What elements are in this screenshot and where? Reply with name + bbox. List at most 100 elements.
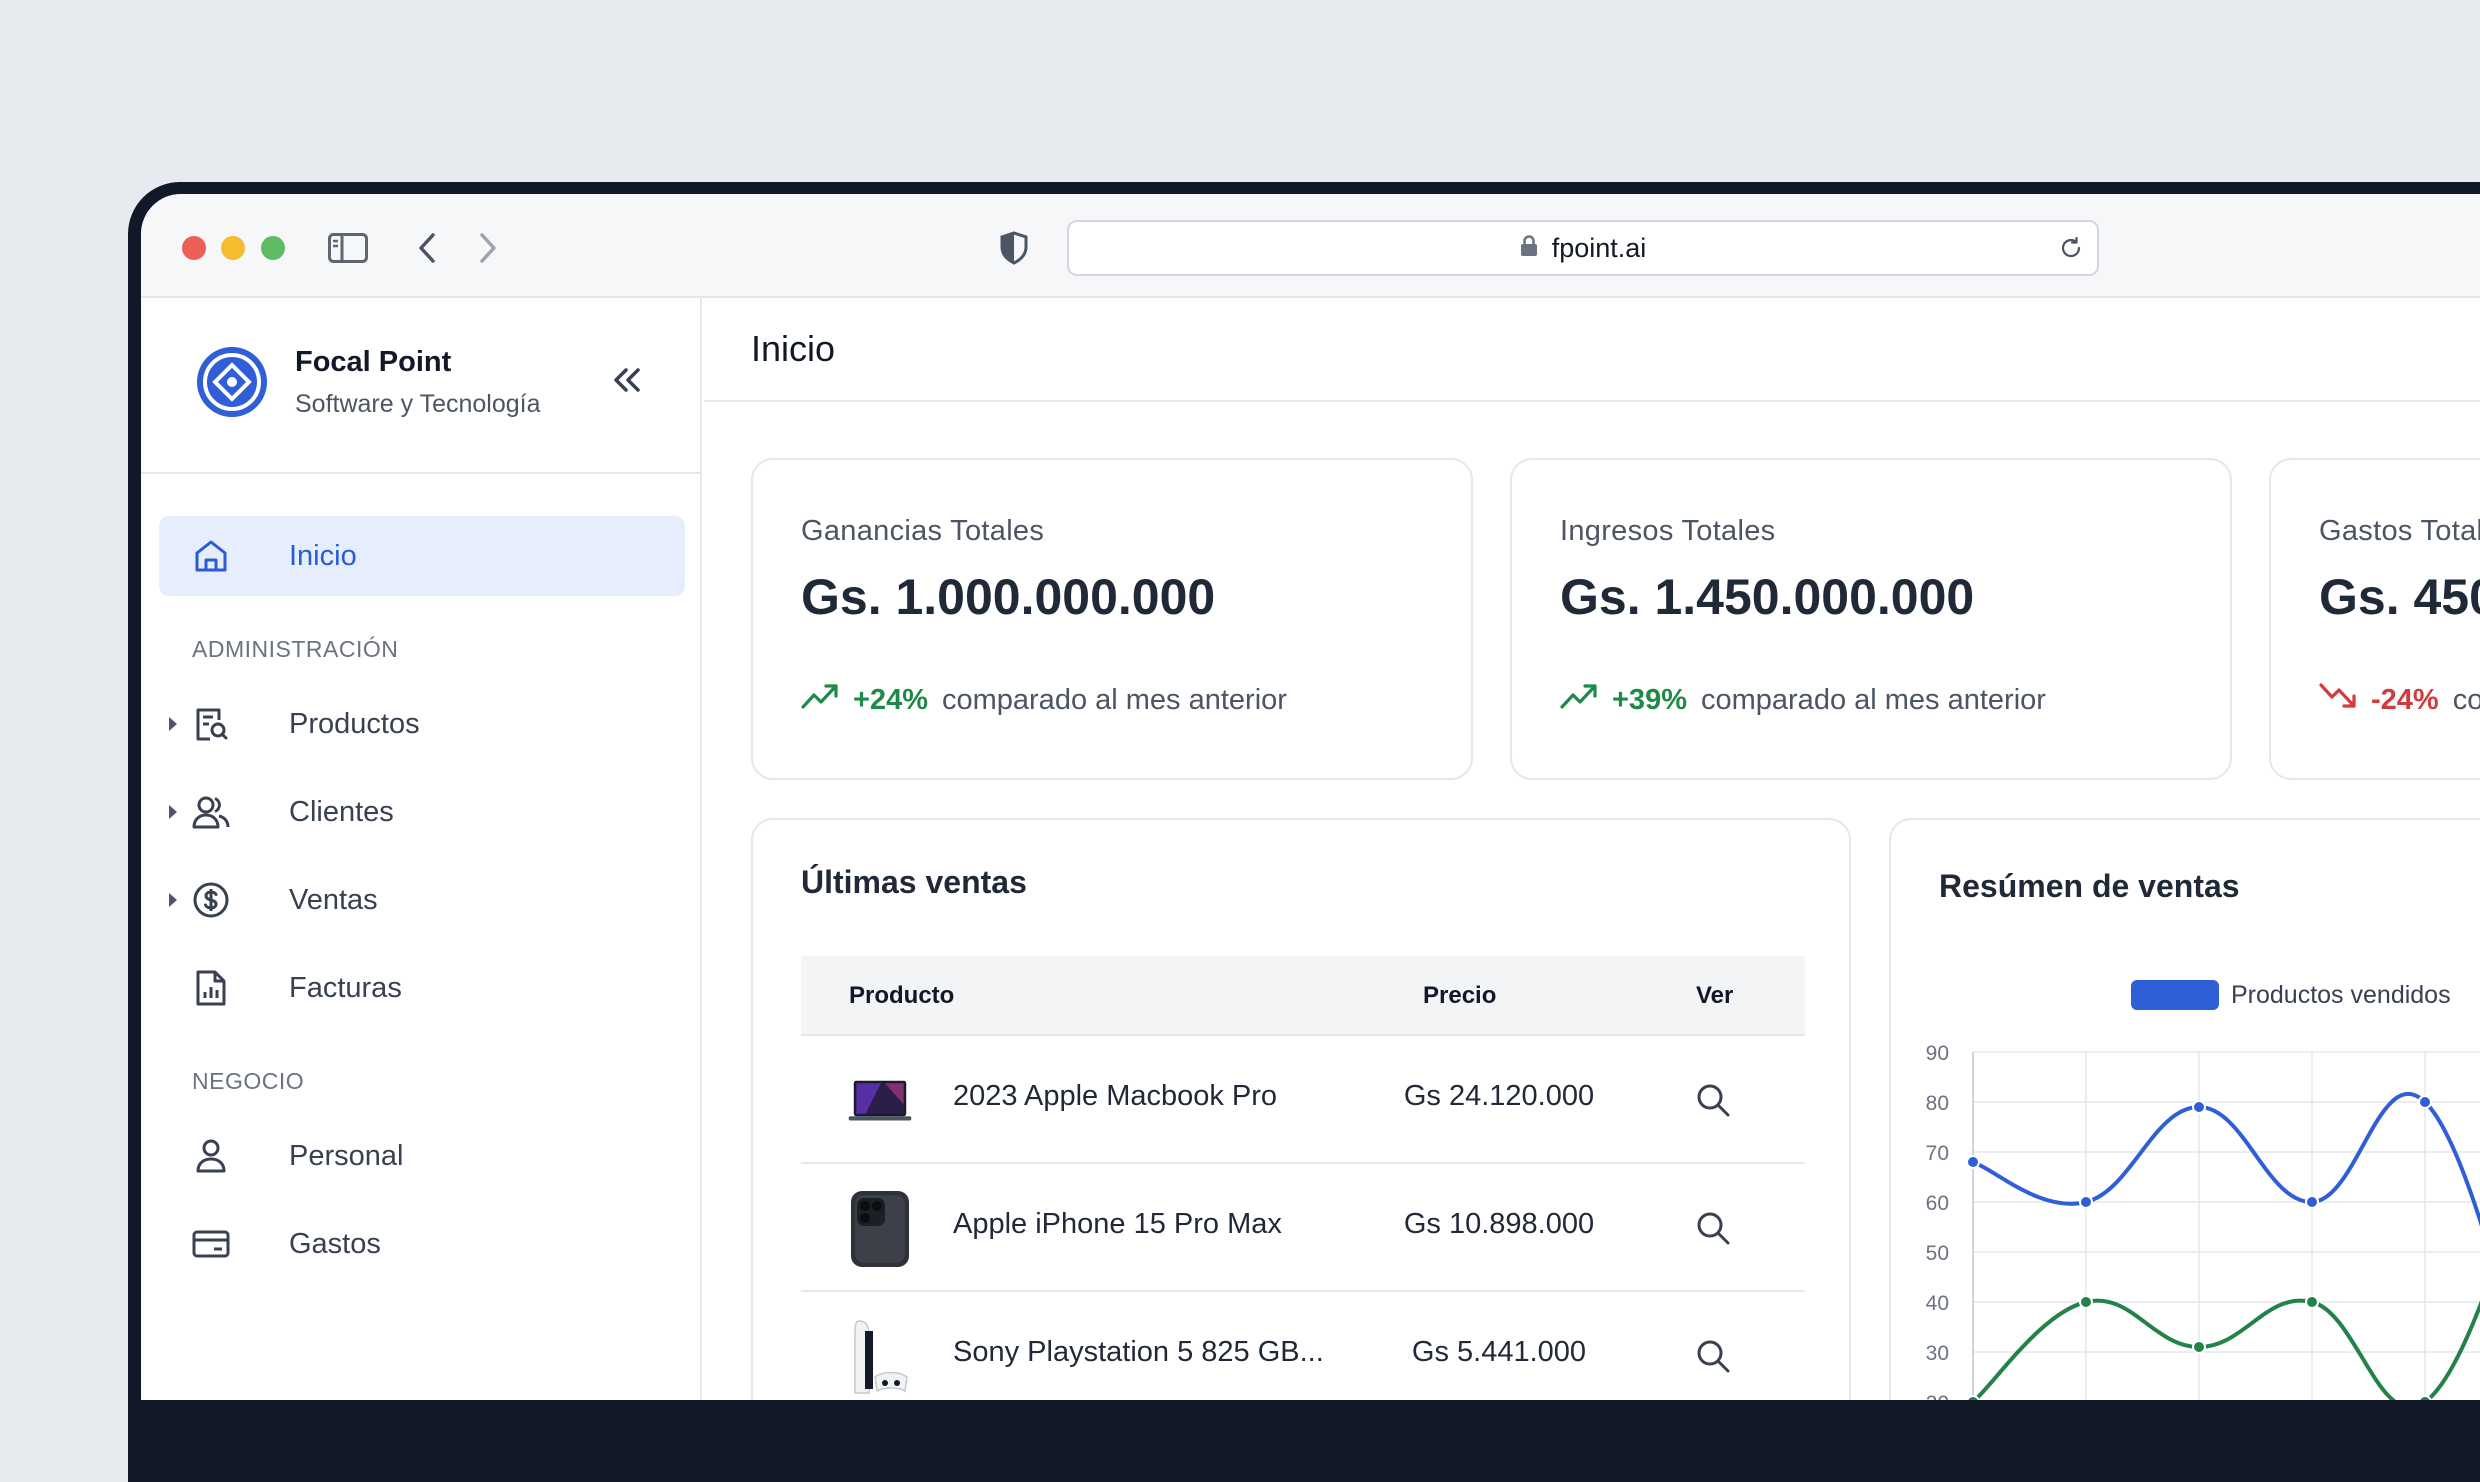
browser-toolbar: fpoint.ai bbox=[141, 194, 2480, 298]
data-point bbox=[2418, 1095, 2432, 1109]
page-title: Inicio bbox=[751, 328, 836, 369]
sidebar-toggle-icon[interactable] bbox=[327, 228, 369, 268]
url-text: fpoint.ai bbox=[1551, 232, 1647, 263]
sidebar-item-clientes[interactable]: Clientes bbox=[159, 772, 685, 852]
address-bar[interactable]: fpoint.ai bbox=[1067, 220, 2099, 276]
invoice-chart-icon bbox=[191, 968, 231, 1008]
y-tick-label: 70 bbox=[1926, 1142, 1949, 1165]
sidebar-item-label: Inicio bbox=[289, 539, 357, 572]
data-point bbox=[2305, 1295, 2319, 1309]
y-tick-label: 40 bbox=[1926, 1292, 1949, 1315]
sales-summary-card: Resúmen de ventas Productos vendidos 102… bbox=[1889, 818, 2480, 1400]
stat-percent: +39% bbox=[1612, 683, 1687, 716]
column-header-view: Ver bbox=[1696, 982, 1734, 1009]
user-icon bbox=[191, 1136, 231, 1176]
expand-caret-icon bbox=[169, 893, 177, 907]
stat-title: Ingresos Totales bbox=[1560, 515, 1776, 547]
sales-line-chart: 102030405060708090 bbox=[1926, 1042, 2480, 1400]
trend-down-icon bbox=[2319, 682, 2357, 718]
close-window-button[interactable] bbox=[182, 236, 206, 260]
column-header-price: Precio bbox=[1423, 982, 1497, 1009]
maximize-window-button[interactable] bbox=[261, 236, 285, 260]
product-name: Sony Playstation 5 825 GB... bbox=[953, 1336, 1324, 1368]
stat-compare-text: comparado al mes anterior bbox=[1700, 683, 2046, 716]
sidebar-item-inicio[interactable]: Inicio bbox=[159, 516, 685, 596]
sidebar-item-productos[interactable]: Productos bbox=[159, 684, 685, 764]
stat-title: Ganancias Totales bbox=[801, 515, 1045, 547]
data-point bbox=[1966, 1395, 1980, 1400]
product-name: 2023 Apple Macbook Pro bbox=[953, 1080, 1278, 1112]
main-content: Inicio Ganancias Totales Gs. 1.000.000.0… bbox=[704, 298, 2480, 1400]
stat-value: Gs. 1.000.000.000 bbox=[801, 569, 1216, 625]
stat-card-gastos: Gastos Totales Gs. 450.000.000 -24% comp… bbox=[2269, 458, 2480, 780]
data-point bbox=[1966, 1155, 1980, 1169]
stat-percent: -24% bbox=[2371, 683, 2439, 716]
sidebar-item-ventas[interactable]: Ventas bbox=[159, 860, 685, 940]
product-price: Gs 5.441.000 bbox=[1411, 1336, 1587, 1368]
focal-point-logo-icon bbox=[194, 344, 270, 425]
data-point bbox=[2079, 1295, 2093, 1309]
stat-compare-text: comparado al mes anterior bbox=[941, 683, 1287, 716]
sidebar-item-label: Personal bbox=[289, 1139, 404, 1172]
table-header: Producto Precio Ver bbox=[801, 956, 1805, 1036]
card-title: Últimas ventas bbox=[801, 864, 1027, 900]
brand-header: Focal Point Software y Tecnología bbox=[141, 298, 700, 474]
shield-icon[interactable] bbox=[996, 228, 1032, 268]
stat-card-ingresos: Ingresos Totales Gs. 1.450.000.000 +39% … bbox=[1510, 458, 2232, 780]
latest-sales-card: Últimas ventas Producto Precio Ver 2023 … bbox=[751, 818, 1851, 1400]
minimize-window-button[interactable] bbox=[221, 236, 245, 260]
stat-percent: +24% bbox=[853, 683, 928, 716]
forward-arrow-icon[interactable] bbox=[473, 228, 503, 268]
laptop-icon bbox=[847, 1068, 913, 1134]
product-price: Gs 10.898.000 bbox=[1403, 1208, 1595, 1240]
stat-value: Gs. 450.000.000 bbox=[2319, 569, 2480, 625]
y-tick-label: 20 bbox=[1926, 1392, 1949, 1400]
sidebar-item-label: Ventas bbox=[289, 883, 378, 916]
trend-up-icon bbox=[801, 682, 839, 718]
y-tick-label: 50 bbox=[1926, 1242, 1949, 1265]
y-tick-label: 60 bbox=[1926, 1192, 1949, 1215]
search-icon[interactable] bbox=[1691, 1206, 1735, 1250]
stat-card-ganancias: Ganancias Totales Gs. 1.000.000.000 +24%… bbox=[751, 458, 1473, 780]
reload-icon[interactable] bbox=[2059, 236, 2083, 265]
stat-value: Gs. 1.450.000.000 bbox=[1560, 569, 1975, 625]
section-label-admin: ADMINISTRACIÓN bbox=[192, 636, 399, 662]
sidebar-item-label: Clientes bbox=[289, 795, 394, 828]
expand-caret-icon bbox=[169, 717, 177, 731]
series-line-2 bbox=[1972, 1298, 2480, 1400]
y-tick-label: 90 bbox=[1926, 1042, 1949, 1065]
stat-title: Gastos Totales bbox=[2319, 515, 2480, 547]
product-price: Gs 24.120.000 bbox=[1403, 1080, 1595, 1112]
search-icon[interactable] bbox=[1691, 1334, 1735, 1378]
table-row[interactable]: Sony Playstation 5 825 GB... Gs 5.441.00… bbox=[801, 1292, 1805, 1400]
stat-trend: -24% comparado al mes anterior bbox=[2319, 680, 2480, 720]
dollar-circle-icon bbox=[191, 880, 231, 920]
users-icon bbox=[191, 792, 231, 832]
brand-subtitle: Software y Tecnología bbox=[295, 390, 541, 418]
credit-card-icon bbox=[191, 1224, 231, 1264]
search-icon[interactable] bbox=[1691, 1078, 1735, 1122]
data-point bbox=[2305, 1195, 2319, 1209]
table-row[interactable]: Apple iPhone 15 Pro Max Gs 10.898.000 bbox=[801, 1164, 1805, 1292]
console-icon bbox=[847, 1320, 913, 1394]
expand-caret-icon bbox=[169, 805, 177, 819]
lock-icon bbox=[1520, 234, 1538, 262]
product-name: Apple iPhone 15 Pro Max bbox=[953, 1208, 1282, 1240]
sidebar-item-label: Gastos bbox=[289, 1227, 381, 1260]
data-point bbox=[2192, 1340, 2206, 1354]
back-arrow-icon[interactable] bbox=[412, 228, 442, 268]
y-tick-label: 30 bbox=[1926, 1342, 1949, 1365]
sidebar-item-label: Facturas bbox=[289, 971, 402, 1004]
collapse-sidebar-icon[interactable] bbox=[607, 360, 647, 400]
data-point bbox=[2192, 1100, 2206, 1114]
sidebar-item-personal[interactable]: Personal bbox=[159, 1116, 685, 1196]
brand-name: Focal Point bbox=[295, 346, 452, 378]
data-point bbox=[2079, 1195, 2093, 1209]
phone-icon bbox=[847, 1191, 913, 1267]
trend-up-icon bbox=[1560, 682, 1598, 718]
sidebar-item-gastos[interactable]: Gastos bbox=[159, 1204, 685, 1284]
sidebar: Focal Point Software y Tecnología Inicio… bbox=[141, 298, 702, 1400]
table-row[interactable]: 2023 Apple Macbook Pro Gs 24.120.000 bbox=[801, 1036, 1805, 1164]
series-line-1 bbox=[1972, 1091, 2480, 1227]
sidebar-item-facturas[interactable]: Facturas bbox=[159, 948, 685, 1028]
